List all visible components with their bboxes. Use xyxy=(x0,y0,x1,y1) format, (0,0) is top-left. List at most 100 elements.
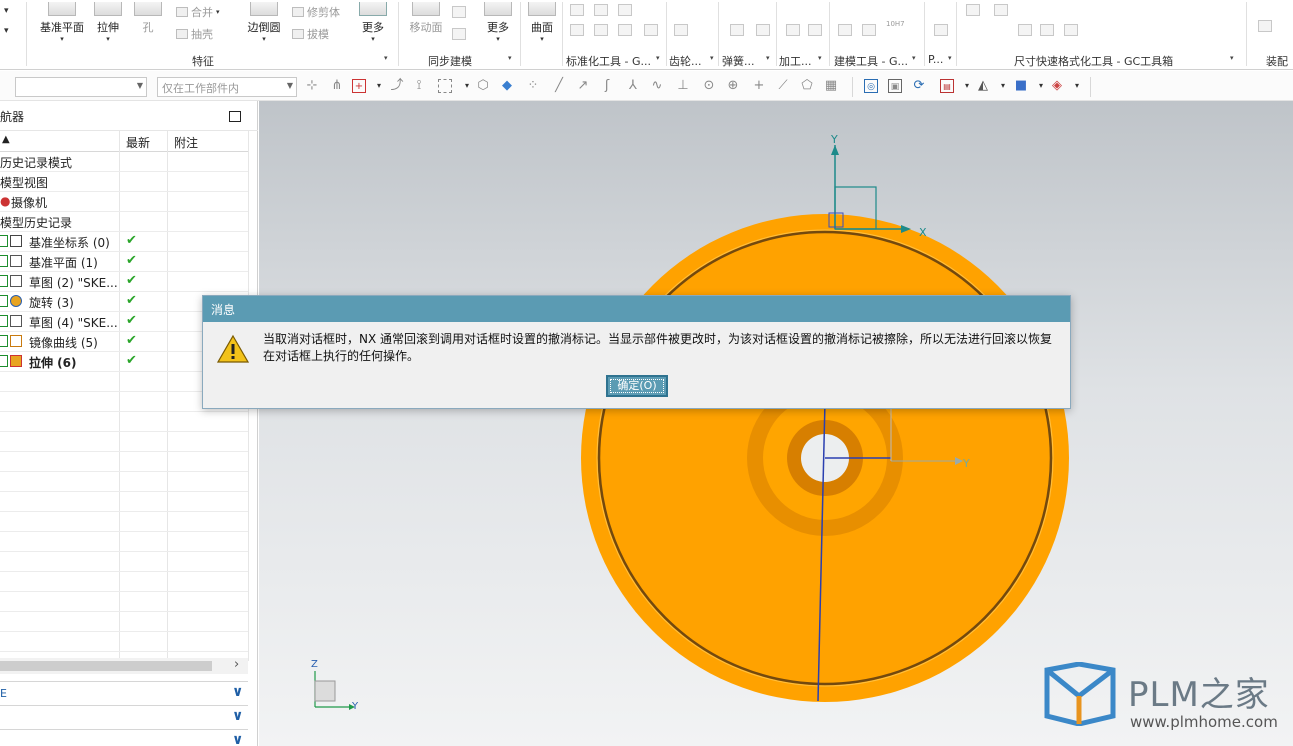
select-solid-icon[interactable]: ◆ xyxy=(500,79,514,93)
checkbox-icon[interactable] xyxy=(0,295,8,307)
shell-button[interactable]: 抽壳 xyxy=(176,26,213,42)
gear-tool-icon[interactable] xyxy=(674,24,688,36)
fit-view-icon[interactable]: ◎ xyxy=(864,79,878,93)
scope-select[interactable]: 仅在工作部件内 ▼ xyxy=(157,77,297,97)
spline-icon[interactable]: ∿ xyxy=(650,79,664,93)
group-dropdown[interactable]: ▾ xyxy=(766,54,770,62)
std-tool-icon[interactable] xyxy=(618,24,632,36)
extrude-button[interactable]: 拉伸 ▾ xyxy=(92,2,124,44)
ribbon-left-arrows[interactable]: ▾ ▾ xyxy=(4,6,9,36)
nav-row-history-mode[interactable]: 历史记录模式 xyxy=(0,152,248,172)
intersect-icon[interactable]: ⅄ xyxy=(626,79,640,93)
group-dropdown[interactable]: ▾ xyxy=(818,54,822,62)
group-dropdown[interactable]: ▾ xyxy=(656,54,660,62)
column-header-notes[interactable]: 附注 xyxy=(174,134,198,151)
unite-button[interactable]: 合并 ▾ xyxy=(176,4,220,20)
checkbox-icon[interactable] xyxy=(0,235,8,247)
chevron-down-icon[interactable]: ∨ xyxy=(232,708,243,724)
surface-button[interactable]: 曲面 ▾ xyxy=(526,2,558,44)
type-filter-select[interactable]: ▼ xyxy=(15,77,147,97)
edge-blend-button[interactable]: 边倒圆 ▾ xyxy=(244,2,284,44)
sync-tool-icon[interactable] xyxy=(452,28,466,40)
shaded-cube-icon[interactable]: ■ xyxy=(1014,79,1028,93)
spring-tool-icon[interactable] xyxy=(756,24,770,36)
curve-icon[interactable]: ʃ xyxy=(600,79,614,93)
select-body-icon[interactable]: ⬡ xyxy=(476,79,490,93)
dim-format-icon[interactable] xyxy=(1018,24,1032,36)
part-model-view[interactable]: Y Y X Z Y xyxy=(259,101,1293,746)
spring-tool-icon[interactable] xyxy=(730,24,744,36)
chevron-down-icon[interactable]: ▾ xyxy=(1034,79,1048,93)
select-feature-icon[interactable]: + xyxy=(352,79,366,93)
filter-icon[interactable]: ⋔ xyxy=(330,79,344,93)
orient-view-icon[interactable]: ▤ xyxy=(940,79,954,93)
snap-point-icon[interactable]: ⤴ xyxy=(390,79,404,93)
hole-button[interactable]: 孔 xyxy=(134,2,162,35)
more-features-button[interactable]: 更多 ▾ xyxy=(354,2,392,44)
arc-center-icon[interactable]: ⊙ xyxy=(702,79,716,93)
nav-row-feature[interactable]: 基准坐标系 (0) ✔ xyxy=(0,232,248,252)
machining-tool-icon[interactable] xyxy=(808,24,822,36)
chevron-down-icon[interactable]: ∨ xyxy=(232,684,243,700)
dim-format-icon[interactable] xyxy=(994,4,1008,16)
checkbox-icon[interactable] xyxy=(0,355,8,367)
rotate-icon[interactable]: ⟳ xyxy=(912,79,926,93)
std-tool-icon[interactable] xyxy=(570,4,584,16)
std-tool-icon[interactable] xyxy=(594,4,608,16)
modeling-tool-icon[interactable] xyxy=(862,24,876,36)
dim-format-icon[interactable] xyxy=(966,4,980,16)
sort-ascending-icon[interactable]: ▲ xyxy=(2,134,10,145)
std-tool-icon[interactable] xyxy=(618,4,632,16)
collapsible-panel-preview[interactable]: ∨ xyxy=(0,729,248,746)
scrollbar-thumb[interactable] xyxy=(0,661,212,671)
rectangle-select-icon[interactable] xyxy=(438,79,452,93)
nav-row-model-views[interactable]: 模型视图 xyxy=(0,172,248,192)
graphics-viewport[interactable]: Y Y X Z Y PLM之家 www.plmhome.com xyxy=(259,101,1293,746)
select-edge-icon[interactable]: ⟟ xyxy=(412,79,426,93)
snap-icon[interactable]: ⊹ xyxy=(305,79,319,93)
modeling-tool-icon[interactable] xyxy=(838,24,852,36)
dim-format-icon[interactable] xyxy=(1064,24,1078,36)
nav-row-model-history[interactable]: 模型历史记录 xyxy=(0,212,248,232)
group-dropdown[interactable]: ▾ xyxy=(948,54,952,62)
collapsible-panel-details[interactable]: ∨ xyxy=(0,705,248,729)
chevron-down-icon[interactable]: ▾ xyxy=(1070,79,1084,93)
draft-button[interactable]: 拔模 xyxy=(292,26,329,42)
triad-cube[interactable] xyxy=(314,680,336,702)
dim-format-icon[interactable] xyxy=(1040,24,1054,36)
scroll-right-arrow[interactable]: › xyxy=(234,657,239,672)
group-sync-dropdown[interactable]: ▾ xyxy=(508,54,512,62)
checkbox-icon[interactable] xyxy=(0,255,8,267)
chevron-down-icon[interactable]: ▾ xyxy=(960,79,974,93)
render-style-icon[interactable]: ◭ xyxy=(976,79,990,93)
ok-button[interactable]: 确定(O) xyxy=(606,375,668,397)
std-tool-icon[interactable] xyxy=(570,24,584,36)
end-point-icon[interactable]: ↗ xyxy=(576,79,590,93)
std-tool-icon[interactable] xyxy=(644,24,658,36)
trim-body-button[interactable]: 修剪体 xyxy=(292,4,340,20)
checkbox-icon[interactable] xyxy=(0,275,8,287)
chevron-down-icon[interactable]: ▾ xyxy=(372,79,386,93)
nav-row-feature[interactable]: 基准平面 (1) ✔ xyxy=(0,252,248,272)
line-snap-icon[interactable]: ╱ xyxy=(552,79,566,93)
point-on-face-icon[interactable]: ⬠ xyxy=(800,79,814,93)
dialog-title[interactable]: 消息 xyxy=(203,296,1070,322)
std-tool-icon[interactable] xyxy=(594,24,608,36)
collapsible-panel-dependencies[interactable]: E ∨ xyxy=(0,681,248,705)
group-dropdown[interactable]: ▾ xyxy=(912,54,916,62)
chevron-down-icon[interactable]: ∨ xyxy=(232,732,243,746)
column-header-latest[interactable]: 最新 xyxy=(126,134,150,151)
maximize-icon[interactable] xyxy=(229,111,241,122)
chevron-down-icon[interactable]: ▾ xyxy=(460,79,474,93)
point-on-curve-icon[interactable]: ⟋ xyxy=(776,79,790,93)
nav-row-cameras[interactable]: ● 摄像机 xyxy=(0,192,248,212)
group-features-dropdown[interactable]: ▾ xyxy=(384,54,388,62)
existing-point-icon[interactable]: + xyxy=(752,79,766,93)
zoom-icon[interactable]: ▣ xyxy=(888,79,902,93)
more-sync-button[interactable]: 更多 ▾ xyxy=(480,2,516,44)
edit-object-display-icon[interactable]: ◈ xyxy=(1050,79,1064,93)
group-dropdown[interactable]: ▾ xyxy=(1230,54,1234,62)
machining-tool-icon[interactable] xyxy=(786,24,800,36)
chevron-down-icon[interactable]: ▾ xyxy=(996,79,1010,93)
quadrant-icon[interactable]: ⊕ xyxy=(726,79,740,93)
